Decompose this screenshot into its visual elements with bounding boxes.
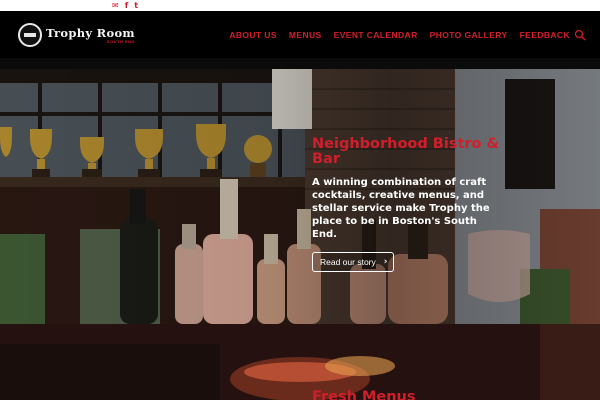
logo-badge-icon	[18, 23, 42, 47]
nav-photo-gallery[interactable]: PHOTO GALLERY	[430, 30, 508, 40]
nav-event-calendar[interactable]: EVENT CALENDAR	[334, 30, 418, 40]
read-our-story-button[interactable]: Read our story ›	[312, 252, 395, 272]
main-nav: ABOUT US MENUS EVENT CALENDAR PHOTO GALL…	[229, 30, 570, 40]
twitter-icon[interactable]: t	[134, 1, 138, 10]
facebook-icon[interactable]: f	[125, 1, 128, 10]
chevron-right-icon: ›	[383, 257, 388, 267]
logo-tagline: SOUTH END	[106, 39, 135, 44]
menus-background-image	[0, 324, 600, 400]
search-icon[interactable]	[574, 28, 586, 41]
nav-about-us[interactable]: ABOUT US	[229, 30, 277, 40]
logo-name: Trophy Room	[46, 26, 135, 40]
social-bar: ✉ f t	[0, 0, 600, 11]
hero-section: Neighborhood Bistro & Bar A winning comb…	[0, 69, 600, 324]
menus-section: Fresh Menus	[0, 324, 600, 400]
hero-description: A winning combination of craft cocktails…	[312, 177, 490, 240]
hero-title: Neighborhood Bistro & Bar	[312, 136, 500, 167]
nav-feedback[interactable]: FEEDBACK	[520, 30, 570, 40]
nav-menus[interactable]: MENUS	[289, 30, 322, 40]
hero-content: Neighborhood Bistro & Bar A winning comb…	[312, 137, 502, 272]
email-icon[interactable]: ✉	[112, 1, 119, 10]
site-header: Trophy Room SOUTH END ABOUT US MENUS EVE…	[0, 11, 600, 58]
read-our-story-label: Read our story	[320, 257, 376, 267]
site-logo[interactable]: Trophy Room SOUTH END	[18, 23, 135, 47]
menus-section-title: Fresh Menus	[312, 389, 416, 400]
